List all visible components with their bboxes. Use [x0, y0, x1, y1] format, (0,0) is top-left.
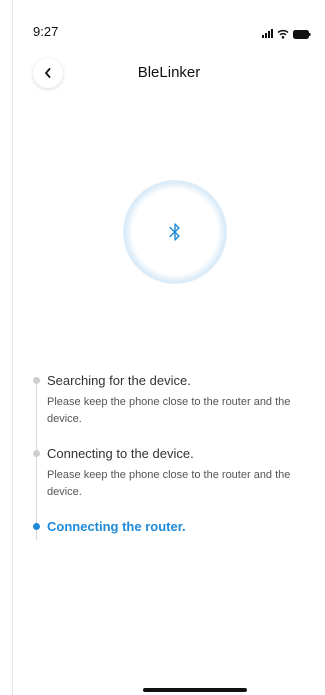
bluetooth-indicator — [123, 180, 227, 284]
battery-icon — [293, 29, 311, 39]
navigation-bar: BleLinker — [13, 58, 325, 94]
step-dot — [33, 450, 40, 457]
step-dot-active — [33, 523, 40, 530]
page-title: BleLinker — [137, 64, 201, 81]
step-title: Searching for the device. — [47, 373, 191, 388]
step-connecting-device: Connecting to the device. Please keep th… — [33, 445, 315, 501]
phone-screen: 9:27 BleLinker Searching for the device.… — [12, 0, 325, 695]
step-searching: Searching for the device. Please keep th… — [33, 372, 315, 428]
status-icons — [262, 28, 311, 40]
status-time: 9:27 — [33, 24, 59, 39]
bluetooth-circle — [133, 190, 217, 274]
step-description: Please keep the phone close to the route… — [47, 396, 291, 425]
status-bar: 9:27 — [13, 14, 325, 40]
progress-steps: Searching for the device. Please keep th… — [33, 372, 315, 540]
signal-icon — [262, 29, 273, 38]
bluetooth-icon — [169, 223, 180, 241]
step-description: Please keep the phone close to the route… — [47, 469, 291, 498]
step-connecting-router: Connecting the router. — [33, 518, 315, 536]
step-title: Connecting to the device. — [47, 446, 194, 461]
step-title-active: Connecting the router. — [47, 519, 186, 534]
step-dot — [33, 377, 40, 384]
home-indicator[interactable] — [143, 688, 247, 692]
wifi-icon — [277, 29, 289, 39]
